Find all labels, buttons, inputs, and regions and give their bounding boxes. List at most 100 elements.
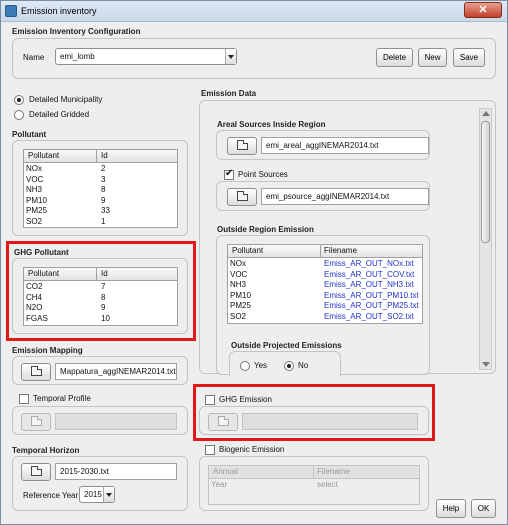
cell-pollutant: PM25 (230, 301, 251, 310)
biogenic-emission-checkbox[interactable] (205, 445, 215, 455)
projected-no-label[interactable]: No (298, 361, 308, 370)
save-button[interactable]: Save (453, 48, 485, 67)
areal-file-field[interactable]: emi_areal_aggINEMAR2014.txt (261, 137, 429, 154)
mapping-file-field[interactable]: Mappatura_aggINEMAR2014.txt (55, 363, 177, 380)
temporal-horizon-title: Temporal Horizon (12, 446, 80, 455)
detailed-municipality-label[interactable]: Detailed Municipality (29, 95, 102, 104)
cell-filename[interactable]: Emiss_AR_OUT_PM10.txt (324, 291, 419, 301)
table-row[interactable]: SO2 Emiss_AR_OUT_SO2.txt (228, 312, 422, 323)
config-group: Name emi_lomb Delete New Save (12, 38, 496, 79)
cell-filename[interactable]: Emiss_AR_OUT_PM25.txt (324, 301, 419, 311)
point-browse-button[interactable] (227, 188, 257, 206)
pollutant-rows: NOx 2 VOC 3 NH3 8 PM10 9 PM25 33 SO2 1 (24, 164, 177, 227)
temporal-profile-file-field (55, 413, 177, 430)
cell-id: 9 (101, 195, 106, 205)
table-row[interactable]: PM25 Emiss_AR_OUT_PM25.txt (228, 301, 422, 312)
ok-button[interactable]: OK (471, 499, 496, 518)
cell-pollutant: NH3 (26, 185, 43, 194)
column-divider (313, 466, 314, 479)
table-row[interactable]: PM10 9 (24, 196, 177, 207)
emission-data-scrollbar[interactable] (479, 108, 492, 370)
cell-pollutant: VOC (230, 269, 248, 279)
table-row[interactable]: NOx 2 (24, 164, 177, 175)
outside-pollutant-col-header[interactable]: Pollutant (232, 246, 263, 255)
cell-id: 2 (101, 164, 106, 173)
temporal-profile-group (12, 406, 188, 435)
projected-yes-radio[interactable] (240, 361, 250, 371)
column-divider (96, 150, 97, 163)
app-icon (5, 5, 17, 17)
window-title: Emission inventory (21, 6, 97, 16)
table-row[interactable]: SO2 1 (24, 217, 177, 228)
cell-filename[interactable]: Emiss_AR_OUT_SO2.txt (324, 312, 414, 322)
biogenic-emission-label[interactable]: Biogenic Emission (219, 445, 284, 454)
point-sources-checkbox[interactable] (224, 168, 234, 180)
name-select-value: emi_lomb (60, 52, 95, 61)
close-button[interactable]: ✕ (464, 2, 502, 18)
areal-sources-title: Areal Sources Inside Region (217, 120, 326, 129)
cell-pollutant: PM25 (26, 206, 47, 215)
emission-inventory-window: Emission inventory ✕ Emission Inventory … (0, 0, 508, 525)
new-button[interactable]: New (418, 48, 447, 67)
table-row[interactable]: VOC 3 (24, 175, 177, 186)
cell-pollutant: PM10 (230, 290, 251, 300)
cell-id: 33 (101, 206, 110, 215)
folder-icon (237, 140, 248, 150)
temporal-profile-checkbox[interactable] (19, 394, 29, 404)
cell-filename[interactable]: Emiss_AR_OUT_COV.txt (324, 270, 414, 280)
scroll-up-icon[interactable] (482, 111, 490, 116)
help-button[interactable]: Help (436, 499, 466, 518)
pollutant-col-header[interactable]: Pollutant (28, 151, 59, 160)
projected-no-radio[interactable] (284, 361, 294, 371)
name-select[interactable]: emi_lomb (55, 48, 237, 65)
chevron-down-icon[interactable] (103, 487, 114, 502)
title-bar: Emission inventory ✕ (1, 1, 507, 22)
horizon-file-field[interactable]: 2015-2030.txt (55, 463, 177, 480)
cell-annual: Year (211, 480, 228, 489)
delete-button[interactable]: Delete (376, 48, 413, 67)
table-row[interactable]: NOx Emiss_AR_OUT_NOx.txt (228, 259, 422, 270)
table-row[interactable]: PM10 Emiss_AR_OUT_PM10.txt (228, 291, 422, 302)
biogenic-annual-col-header: Annual (213, 467, 238, 476)
detailed-municipality-radio[interactable] (14, 95, 24, 105)
chevron-down-icon[interactable] (225, 49, 236, 64)
scroll-down-icon[interactable] (482, 362, 490, 367)
cell-filename: select (317, 480, 338, 489)
column-divider (320, 245, 321, 258)
folder-icon (31, 366, 42, 376)
outside-filename-col-header[interactable]: Filename (324, 246, 357, 255)
detailed-gridded-radio[interactable] (14, 110, 24, 120)
mapping-browse-button[interactable] (21, 363, 51, 381)
reference-year-select[interactable]: 2015 (79, 486, 115, 503)
cell-filename[interactable]: Emiss_AR_OUT_NOx.txt (324, 259, 414, 269)
temporal-horizon-group: 2015-2030.txt Reference Year 2015 (12, 456, 188, 511)
cell-pollutant: NOx (230, 259, 246, 268)
biogenic-emission-group: Annual Filename Year select (199, 456, 429, 511)
table-row[interactable]: PM25 33 (24, 206, 177, 217)
id-col-header[interactable]: Id (101, 151, 108, 160)
folder-icon (237, 191, 248, 201)
scrollbar-thumb[interactable] (481, 121, 490, 243)
reference-year-label: Reference Year (23, 491, 79, 500)
table-row[interactable]: VOC Emiss_AR_OUT_COV.txt (228, 270, 422, 281)
table-row[interactable]: NH3 8 (24, 185, 177, 196)
highlight-box-ghg-pollutant (6, 241, 196, 341)
outside-projected-group: Yes No (229, 351, 341, 376)
outside-region-title: Outside Region Emission (217, 225, 314, 234)
highlight-box-ghg-emission (193, 384, 435, 441)
detailed-gridded-label[interactable]: Detailed Gridded (29, 110, 89, 119)
cell-id: 8 (101, 185, 106, 194)
table-row[interactable]: NH3 Emiss_AR_OUT_NH3.txt (228, 280, 422, 291)
config-title: Emission Inventory Configuration (12, 27, 141, 36)
temporal-profile-label[interactable]: Temporal Profile (33, 394, 91, 403)
cell-filename[interactable]: Emiss_AR_OUT_NH3.txt (324, 280, 414, 290)
pollutant-title: Pollutant (12, 130, 47, 139)
areal-browse-button[interactable] (227, 137, 257, 155)
projected-yes-label[interactable]: Yes (254, 361, 267, 370)
outside-table-header: Pollutant Filename (228, 245, 422, 258)
point-file-field[interactable]: emi_psource_aggINEMAR2014.txt (261, 188, 429, 205)
emission-mapping-group: Mappatura_aggINEMAR2014.txt (12, 356, 188, 385)
outside-region-rows: NOx Emiss_AR_OUT_NOx.txt VOC Emiss_AR_OUT_… (228, 259, 422, 322)
horizon-browse-button[interactable] (21, 463, 51, 481)
point-sources-label[interactable]: Point Sources (238, 170, 288, 179)
